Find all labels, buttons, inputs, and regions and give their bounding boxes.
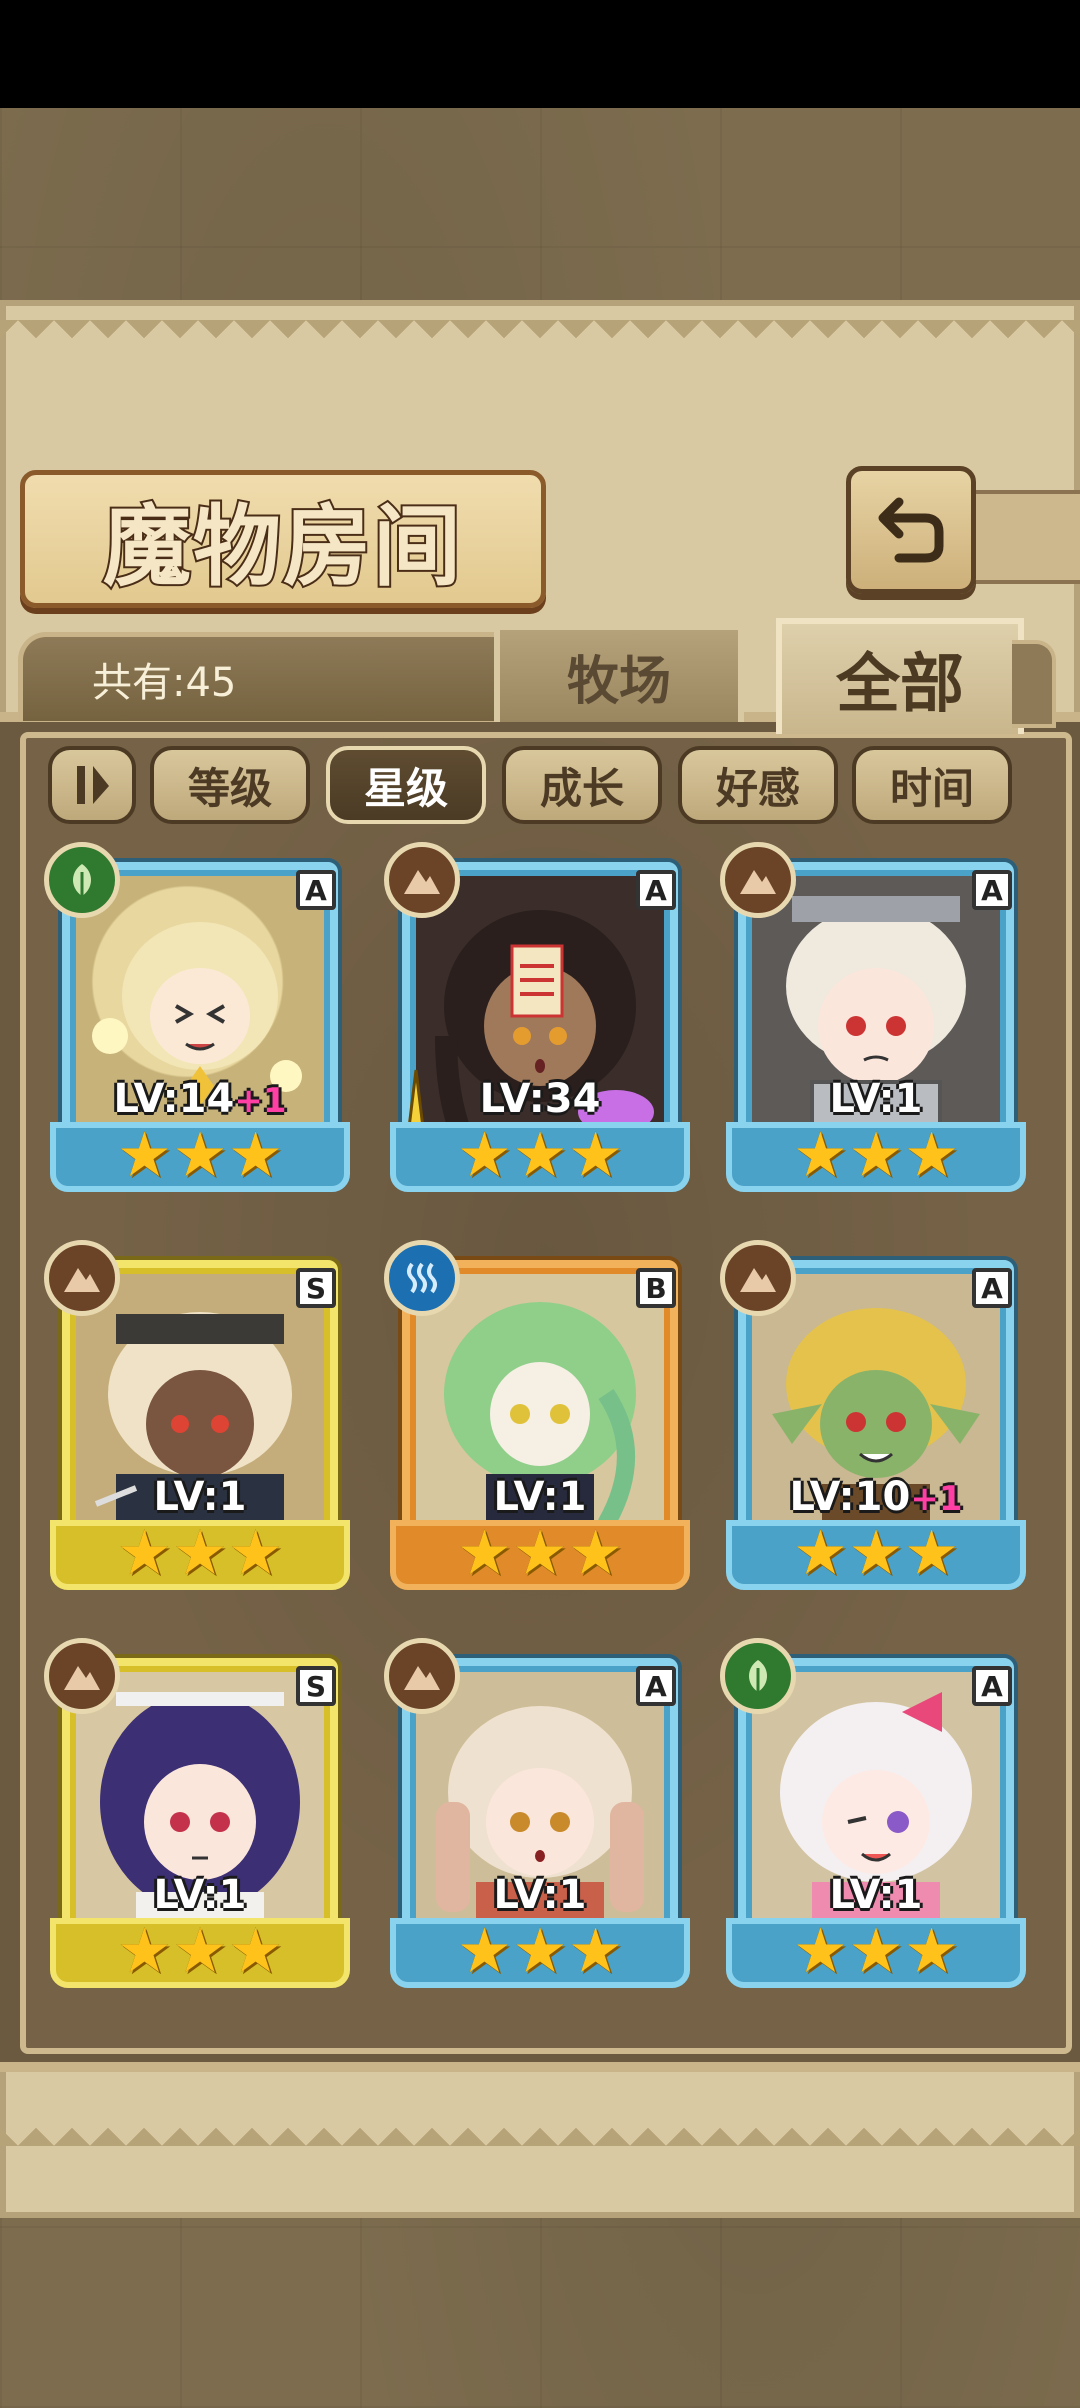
level-value: LV:14	[113, 1076, 235, 1122]
sort-time-button[interactable]: 时间	[852, 746, 1012, 824]
level-label: LV:1	[390, 1872, 690, 1918]
sort-star-button[interactable]: 星级	[326, 746, 486, 824]
zigzag-border-bottom	[0, 2110, 1080, 2146]
sort-affection-button[interactable]: 好感	[678, 746, 838, 824]
grade-badge: A	[972, 1268, 1012, 1308]
monster-card[interactable]: A ★★★ LV:14+1	[44, 842, 350, 1206]
monster-card[interactable]: A ★★★ LV:1	[384, 1638, 690, 2002]
monster-card[interactable]: A ★★★ LV:1	[720, 1638, 1026, 2002]
level-value: LV:34	[479, 1076, 601, 1122]
tab-strip-end	[1012, 640, 1056, 728]
sort-level-button[interactable]: 等级	[150, 746, 310, 824]
star-rating: ★★★	[456, 1118, 624, 1191]
back-button[interactable]	[846, 466, 976, 594]
monster-card[interactable]: S ★★★ LV:1	[44, 1638, 350, 2002]
star-rating: ★★★	[116, 1118, 284, 1191]
star-rating: ★★★	[456, 1516, 624, 1589]
level-label: LV:14+1	[50, 1076, 350, 1122]
grade-badge: B	[636, 1268, 676, 1308]
monster-card[interactable]: A ★★★ LV:34	[384, 842, 690, 1206]
element-grass-icon	[720, 1638, 796, 1714]
zigzag-border-top	[0, 320, 1080, 356]
grade-badge: A	[296, 870, 336, 910]
level-label: LV:1	[390, 1474, 690, 1520]
element-earth-icon	[44, 1240, 120, 1316]
level-bonus: +1	[910, 1479, 963, 1519]
tab-all[interactable]: 全部	[776, 618, 1024, 734]
level-value: LV:10	[789, 1474, 911, 1520]
star-rating: ★★★	[116, 1914, 284, 1987]
status-bar	[0, 0, 1080, 108]
element-earth-icon	[720, 1240, 796, 1316]
star-rating: ★★★	[116, 1516, 284, 1589]
grade-badge: A	[972, 1666, 1012, 1706]
sort-growth-button[interactable]: 成长	[502, 746, 662, 824]
element-earth-icon	[384, 842, 460, 918]
level-label: LV:1	[726, 1872, 1026, 1918]
monster-card[interactable]: A ★★★ LV:10+1	[720, 1240, 1026, 1604]
level-value: LV:1	[829, 1872, 923, 1918]
level-label: LV:34	[390, 1076, 690, 1122]
grade-badge: S	[296, 1268, 336, 1308]
monster-card[interactable]: A ★★★ LV:1	[720, 842, 1026, 1206]
back-arrow-icon	[878, 497, 944, 563]
title-plaque: 魔物房间	[20, 470, 546, 608]
level-value: LV:1	[493, 1474, 587, 1520]
back-button-tab	[966, 490, 1080, 584]
element-water-icon	[384, 1240, 460, 1316]
star-rating: ★★★	[792, 1118, 960, 1191]
level-bonus: +1	[234, 1081, 287, 1121]
level-value: LV:1	[493, 1872, 587, 1918]
grade-badge: A	[636, 870, 676, 910]
monster-card[interactable]: B ★★★ LV:1	[384, 1240, 690, 1604]
star-rating: ★★★	[792, 1914, 960, 1987]
grade-badge: S	[296, 1666, 336, 1706]
level-label: LV:1	[50, 1872, 350, 1918]
star-rating: ★★★	[456, 1914, 624, 1987]
star-rating: ★★★	[792, 1516, 960, 1589]
page-title: 魔物房间	[101, 492, 463, 600]
element-grass-icon	[44, 842, 120, 918]
grade-badge: A	[972, 870, 1012, 910]
sort-order-toggle[interactable]	[48, 746, 136, 824]
sort-order-icon	[77, 766, 109, 804]
level-value: LV:1	[153, 1474, 247, 1520]
level-value: LV:1	[153, 1872, 247, 1918]
element-earth-icon	[44, 1638, 120, 1714]
level-label: LV:1	[726, 1076, 1026, 1122]
monster-card[interactable]: S ★★★ LV:1	[44, 1240, 350, 1604]
tab-ranch[interactable]: 牧场	[494, 624, 744, 722]
element-earth-icon	[720, 842, 796, 918]
level-label: LV:10+1	[726, 1474, 1026, 1520]
monster-count: 共有:45	[92, 660, 237, 706]
grade-badge: A	[636, 1666, 676, 1706]
level-value: LV:1	[829, 1076, 923, 1122]
level-label: LV:1	[50, 1474, 350, 1520]
element-earth-icon	[384, 1638, 460, 1714]
